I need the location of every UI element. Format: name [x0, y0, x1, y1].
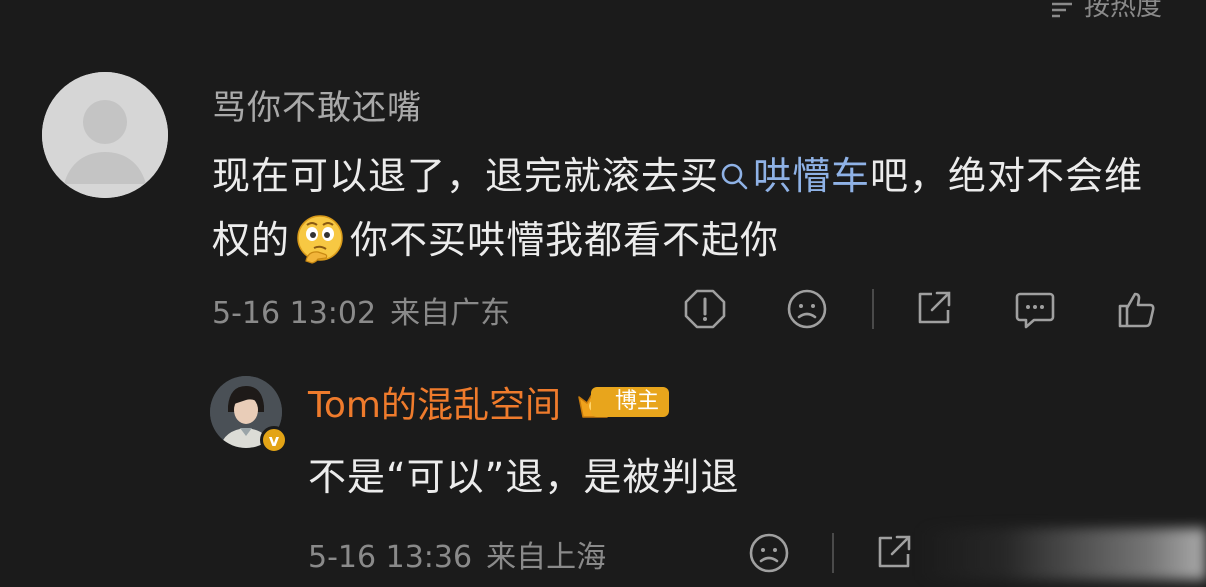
divider — [832, 533, 834, 573]
sort-control[interactable]: 按热度 — [1050, 0, 1162, 23]
dislike-face-icon[interactable] — [746, 530, 792, 576]
share-icon[interactable] — [870, 530, 916, 576]
share-icon[interactable] — [910, 286, 956, 332]
reply-region: 来自上海 — [486, 540, 607, 575]
sort-icon — [1050, 0, 1074, 17]
dislike-face-icon[interactable] — [784, 286, 830, 332]
search-icon — [719, 146, 749, 190]
comment-timestamp: 5-16 13:02 — [212, 296, 377, 331]
watermark-blur — [918, 528, 1206, 580]
verified-badge-icon: v — [260, 426, 288, 454]
reply-timestamp: 5-16 13:36 — [308, 540, 473, 575]
report-icon[interactable] — [682, 286, 728, 332]
comment-username[interactable]: 骂你不敢还嘴 — [212, 80, 422, 129]
comment-text: 现在可以退了，退完就滚去买 哄懵车吧，绝对不会维权的 你不买哄懵我都看不起你 — [212, 144, 1172, 272]
comment-meta: 5-16 13:02 来自广东 — [212, 288, 510, 332]
reply-text: 不是“可以”退，是被判退 — [308, 455, 740, 499]
thinking-emoji-icon — [294, 213, 346, 265]
reply-meta: 5-16 13:36 来自上海 — [308, 532, 606, 576]
reply-username[interactable]: Tom的混乱空间 — [308, 376, 561, 428]
reply-username-row: Tom的混乱空间 7 博主 — [308, 376, 669, 428]
topic-link-label: 哄懵车 — [753, 154, 871, 198]
reply-avatar[interactable]: v — [210, 376, 288, 454]
comment-bubble-icon[interactable] — [1012, 286, 1058, 332]
like-icon[interactable] — [1114, 286, 1160, 332]
comment-region: 来自广东 — [390, 296, 511, 331]
topic-link[interactable]: 哄懵车 — [719, 154, 870, 198]
comment-text-part3: 你不买哄懵我都看不起你 — [350, 218, 780, 262]
avatar[interactable] — [42, 72, 168, 198]
divider — [872, 289, 874, 329]
sort-label: 按热度 — [1083, 0, 1162, 22]
comment-text-part1: 现在可以退了，退完就滚去买 — [212, 154, 720, 198]
default-avatar-icon — [42, 72, 168, 198]
comment-actions — [680, 284, 1164, 334]
blogger-badge: 博主 — [590, 387, 669, 417]
